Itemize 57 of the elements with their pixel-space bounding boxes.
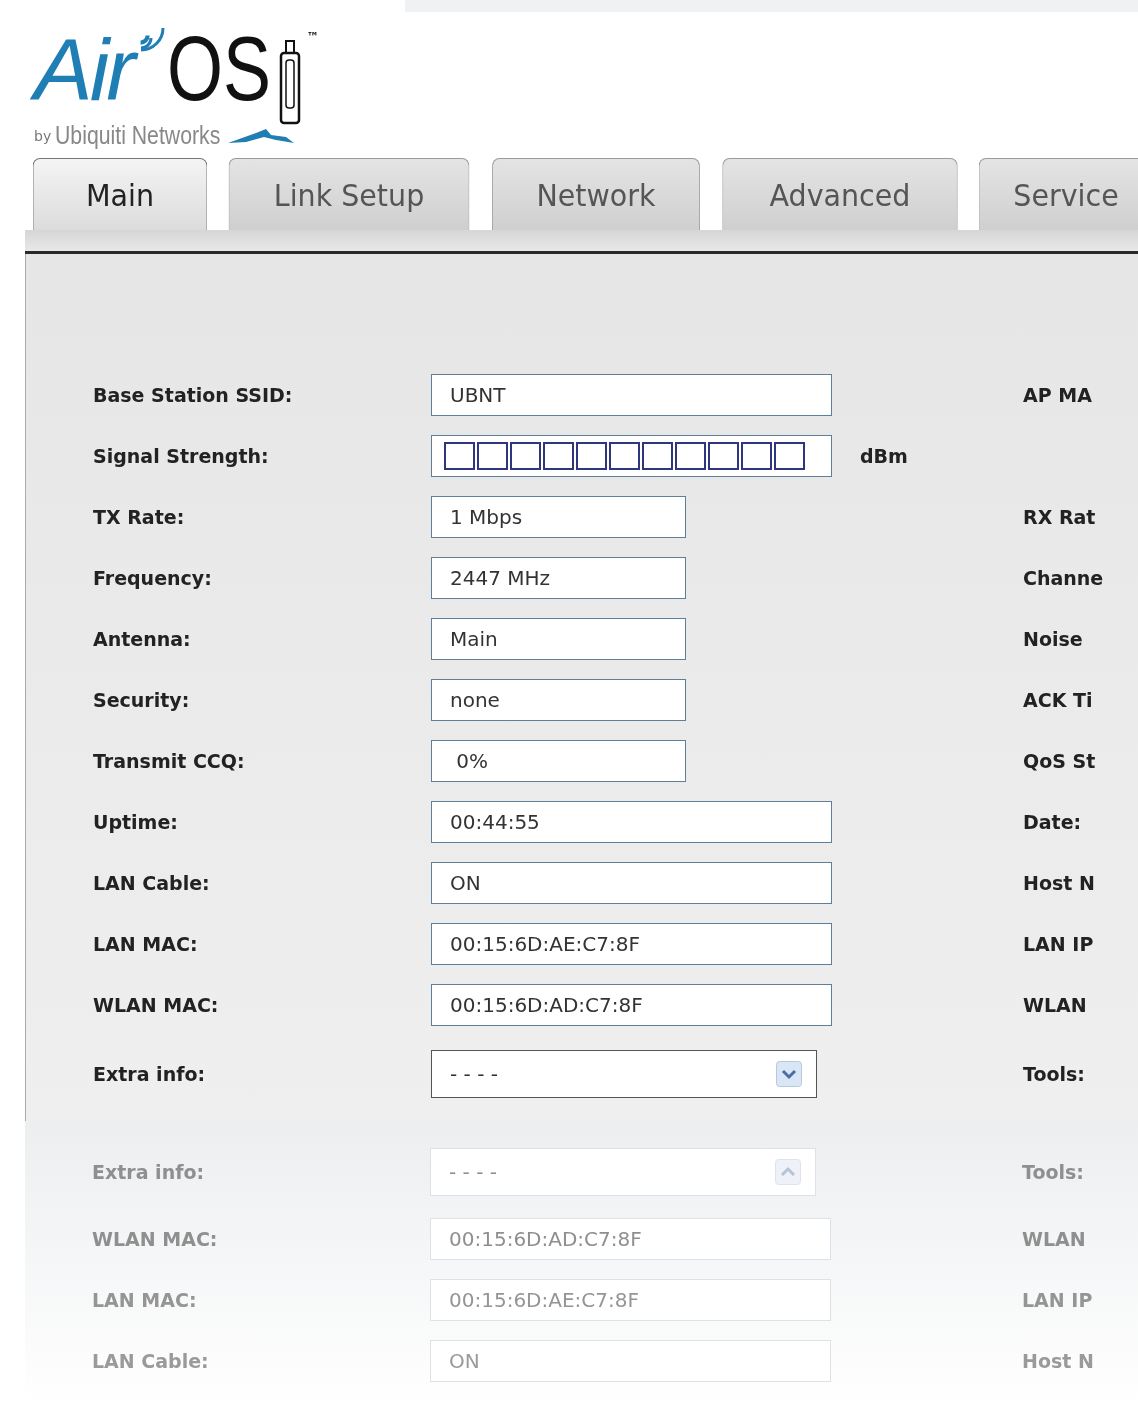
- tab[interactable]: Network: [492, 158, 700, 230]
- field-label: Base Station SSID:: [93, 383, 294, 406]
- chevron-icon: [775, 1158, 801, 1185]
- logo-byline: by: [34, 127, 52, 144]
- reflected-field: 00:15:6D:AD:C7:8F: [430, 1217, 831, 1260]
- field-label: WLAN: [1023, 993, 1087, 1016]
- field-label: Antenna:: [93, 627, 192, 650]
- field-label: Noise: [1023, 627, 1083, 650]
- dropdown[interactable]: - - - -: [431, 1049, 817, 1098]
- value-field: 0%: [431, 739, 686, 782]
- reflected-label: Extra info:: [92, 1160, 206, 1183]
- field-label: LAN Cable:: [93, 871, 211, 894]
- trademark-mark: ™: [306, 30, 319, 44]
- tab[interactable]: Advanced: [722, 158, 958, 230]
- value-field: 00:15:6D:AE:C7:8F: [431, 922, 832, 965]
- reflected-label: Tools:: [1022, 1160, 1084, 1183]
- field-label: Host N: [1023, 871, 1095, 894]
- field-label: Tools:: [1023, 1062, 1085, 1085]
- reflected-label: LAN MAC:: [92, 1288, 198, 1311]
- tab[interactable]: Service: [978, 158, 1138, 230]
- value-field: Main: [431, 617, 686, 660]
- reflected-label: LAN Cable:: [92, 1349, 210, 1372]
- value-field: ON: [431, 861, 832, 904]
- field-label: Extra info:: [93, 1062, 207, 1085]
- value-field: none: [431, 678, 686, 721]
- company-name: Ubiquiti Networks: [55, 121, 221, 150]
- tab[interactable]: Link Setup: [228, 158, 470, 230]
- field-label: Uptime:: [93, 810, 179, 833]
- field-label: Channe: [1023, 566, 1104, 589]
- chevron-down-icon: [776, 1060, 802, 1087]
- unit-label: dBm: [860, 444, 908, 467]
- field-label: TX Rate:: [93, 505, 186, 528]
- field-label: LAN MAC:: [93, 932, 199, 955]
- reflected-field: ON: [430, 1339, 831, 1382]
- field-label: Security:: [93, 688, 191, 711]
- value-field: 2447 MHz: [431, 556, 686, 599]
- reflected-field: 00:15:6D:AE:C7:8F: [430, 1278, 831, 1321]
- value-field: 1 Mbps: [431, 495, 686, 538]
- value-field: UBNT: [431, 373, 832, 416]
- reflected-label: WLAN MAC:: [92, 1227, 219, 1250]
- field-label: AP MA: [1023, 383, 1092, 406]
- field-label: LAN IP: [1023, 932, 1094, 955]
- field-label: RX Rat: [1023, 505, 1096, 528]
- tab[interactable]: Main: [32, 158, 208, 230]
- field-label: Signal Strength:: [93, 444, 270, 467]
- field-label: ACK Ti: [1023, 688, 1093, 711]
- field-label: Frequency:: [93, 566, 213, 589]
- value-field: 00:15:6D:AD:C7:8F: [431, 983, 832, 1026]
- reflected-label: LAN IP: [1022, 1288, 1093, 1311]
- field-label: Transmit CCQ:: [93, 749, 246, 772]
- reflected-label: Host N: [1022, 1349, 1094, 1372]
- value-field: 00:44:55: [431, 800, 832, 843]
- logo-os-text: OS: [166, 24, 271, 114]
- field-label: WLAN MAC:: [93, 993, 220, 1016]
- field-label: Date:: [1023, 810, 1082, 833]
- reflected-label: WLAN: [1022, 1227, 1086, 1250]
- field-label: QoS St: [1023, 749, 1096, 772]
